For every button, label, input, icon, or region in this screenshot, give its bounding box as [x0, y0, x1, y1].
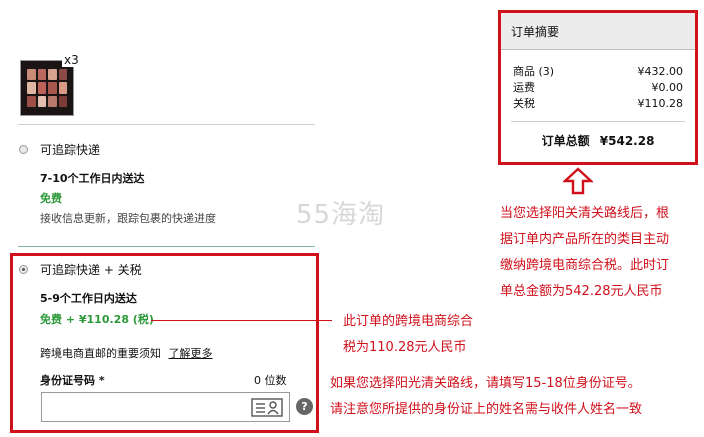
summary-line-label: 商品 (3) [513, 65, 555, 78]
summary-annotation: 当您选择阳关清关路线后，根 据订单内产品所在的类目主动 缴纳跨境电商综合税。此时… [500, 206, 670, 299]
tax-annotation: 此订单的跨境电商综合 税为110.28元人民币 [343, 314, 474, 355]
shipping-description: 接收信息更新，跟踪包裹的快递进度 [40, 212, 216, 225]
summary-line-label: 关税 [513, 97, 535, 110]
crossborder-notice: 跨境电商直邮的重要须知 了解更多 [40, 346, 213, 361]
annotation-connector [151, 320, 332, 321]
divider [18, 246, 315, 247]
summary-line-value: ¥432.00 [637, 65, 684, 78]
shipping-price-with-tax: 免费 + ¥110.28 (税) [40, 313, 154, 326]
order-summary-panel: 订单摘要 商品 (3) ¥432.00 运费 ¥0.00 关税 ¥110.28 … [498, 10, 698, 165]
summary-line-value: ¥0.00 [651, 81, 684, 94]
summary-line-label: 运费 [513, 81, 535, 94]
shipping-price: 免费 [40, 192, 62, 205]
id-card-icon[interactable] [251, 398, 283, 417]
order-total-label: 订单总额 [541, 134, 590, 148]
summary-line-value: ¥110.28 [637, 97, 684, 110]
crossborder-notice-text: 跨境电商直邮的重要须知 [40, 347, 161, 360]
watermark-logo: 55海淘 [296, 200, 386, 230]
shipping-delivery-time: 5-9个工作日内送达 [40, 292, 137, 305]
order-total: 订单总额 ¥542.28 [501, 133, 695, 149]
learn-more-link[interactable]: 了解更多 [169, 347, 213, 360]
divider [18, 124, 315, 125]
id-digit-counter: 0 位数 [254, 374, 287, 387]
arrow-up-icon [563, 167, 593, 195]
id-number-input[interactable] [41, 392, 290, 422]
product-thumbnail [20, 60, 74, 116]
help-icon[interactable]: ? [296, 398, 313, 415]
quantity-badge: x3 [62, 53, 81, 67]
shipping-delivery-time: 7-10个工作日内送达 [40, 172, 145, 185]
shipping-option-name: 可追踪快递 + 关税 [40, 263, 142, 277]
order-summary-title: 订单摘要 [511, 25, 560, 39]
shipping-radio-duties[interactable] [19, 265, 28, 274]
shipping-option-name: 可追踪快递 [40, 143, 101, 157]
order-total-value: ¥542.28 [599, 134, 655, 148]
summary-divider [511, 121, 685, 122]
order-summary-header: 订单摘要 [501, 13, 695, 50]
id-annotation: 如果您选择阳光清关路线，请填写15-18位身份证号。 请注意您所提供的身份证上的… [330, 376, 643, 417]
id-field-label: 身份证号码 * [40, 374, 105, 387]
shipping-radio-standard[interactable] [19, 145, 28, 154]
